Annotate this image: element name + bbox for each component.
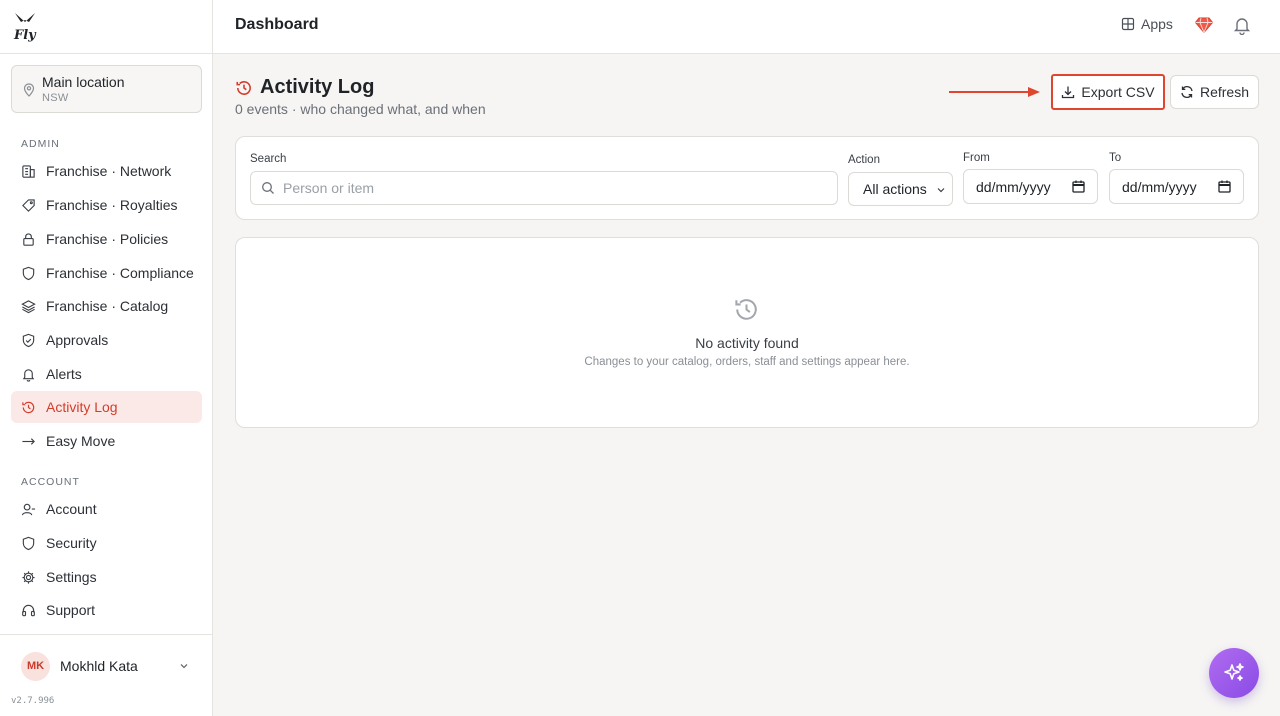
- sidebar-item-security[interactable]: Security: [11, 527, 202, 559]
- notifications-bell-icon[interactable]: [1233, 15, 1251, 35]
- action-select[interactable]: All actions: [848, 172, 953, 206]
- search-label: Search: [250, 153, 287, 165]
- chevron-down-icon: [180, 664, 188, 669]
- empty-state-subtitle: Changes to your catalog, orders, staff a…: [584, 356, 910, 368]
- sidebar-item-easy-move[interactable]: Easy Move: [11, 425, 202, 457]
- refresh-label: Refresh: [1199, 84, 1250, 100]
- sidebar-item-settings[interactable]: Settings: [11, 561, 202, 593]
- history-icon: [236, 81, 251, 95]
- building-icon: [22, 164, 35, 178]
- sidebar-item-franchise-compliance[interactable]: Franchise · Compliance: [11, 257, 202, 289]
- sidebar-item-alerts[interactable]: Alerts: [11, 358, 202, 390]
- empty-state-title: No activity found: [695, 335, 799, 351]
- arrow-right-icon: [22, 437, 35, 445]
- sidebar-item-label: Security: [46, 535, 97, 551]
- refresh-icon: [1181, 86, 1193, 98]
- from-date-value: dd/mm/yyyy: [976, 178, 1051, 195]
- sidebar-item-label: Alerts: [46, 366, 82, 382]
- location-name: Main location: [42, 74, 125, 90]
- sidebar-item-franchise-network[interactable]: Franchise · Network: [11, 155, 202, 187]
- page-title: Activity Log: [260, 76, 375, 98]
- to-date-input[interactable]: dd/mm/yyyy: [1109, 169, 1244, 204]
- layers-icon: [21, 299, 36, 313]
- shield-icon: [22, 266, 35, 280]
- section-label-admin: ADMIN: [21, 138, 60, 150]
- history-icon: [22, 401, 35, 413]
- fly-logo[interactable]: Fly: [12, 10, 38, 42]
- sidebar-item-label: Easy Move: [46, 433, 116, 449]
- calendar-icon[interactable]: [1218, 180, 1231, 193]
- chevron-down-icon: [937, 188, 945, 193]
- action-select-value: All actions: [863, 181, 927, 197]
- apps-button[interactable]: Apps: [1121, 16, 1173, 32]
- topbar-title: Dashboard: [235, 16, 319, 33]
- sidebar-item-label: Franchise · Policies: [46, 231, 169, 247]
- apps-label: Apps: [1141, 16, 1173, 32]
- sidebar-item-franchise-catalog[interactable]: Franchise · Catalog: [11, 290, 202, 322]
- section-label-account: ACCOUNT: [21, 476, 80, 488]
- location-region: NSW: [42, 92, 69, 104]
- sidebar-item-franchise-policies[interactable]: Franchise · Policies: [11, 223, 202, 255]
- search-input[interactable]: [283, 180, 823, 196]
- action-label: Action: [848, 154, 880, 166]
- sidebar-item-franchise-royalties[interactable]: Franchise · Royalties: [11, 189, 202, 221]
- export-csv-button[interactable]: Export CSV: [1051, 74, 1165, 110]
- percent-icon: [22, 198, 35, 212]
- grid-icon: [1121, 17, 1135, 31]
- annotation-arrow-icon: [949, 87, 1040, 97]
- empty-state-card: No activity found Changes to your catalo…: [235, 237, 1259, 428]
- sidebar-item-label: Settings: [46, 569, 97, 585]
- to-label: To: [1109, 152, 1122, 164]
- search-field[interactable]: [250, 171, 838, 205]
- download-icon: [1062, 86, 1075, 99]
- topbar: Dashboard Apps: [213, 0, 1280, 54]
- lock-icon: [23, 232, 34, 246]
- filter-card: Search Action All actions From dd/mm/yyy…: [235, 136, 1259, 220]
- sidebar-item-label: Franchise · Catalog: [46, 298, 169, 314]
- sidebar-item-label: Support: [46, 602, 96, 618]
- user-icon: [21, 503, 36, 515]
- sidebar-item-label: Approvals: [46, 332, 109, 348]
- from-date-input[interactable]: dd/mm/yyyy: [963, 169, 1098, 204]
- page-subtitle: 0 events · who changed what, and when: [235, 101, 486, 117]
- ai-assistant-button[interactable]: [1209, 648, 1259, 698]
- sidebar-item-account[interactable]: Account: [11, 493, 202, 525]
- sidebar: Fly Main location NSW ADMIN Franchise · …: [0, 0, 213, 716]
- avatar: MK: [21, 651, 50, 681]
- user-name: Mokhld Kata: [60, 658, 138, 674]
- to-date-value: dd/mm/yyyy: [1122, 178, 1197, 195]
- sparkles-icon: [1224, 663, 1244, 681]
- sidebar-item-approvals[interactable]: Approvals: [11, 324, 202, 356]
- calendar-icon[interactable]: [1072, 180, 1085, 193]
- gear-icon: [22, 570, 35, 584]
- shield-icon: [22, 536, 35, 550]
- sidebar-item-label: Account: [46, 501, 97, 517]
- user-menu[interactable]: MK Mokhld Kata: [11, 648, 202, 684]
- bell-icon: [22, 368, 35, 382]
- location-selector[interactable]: Main location NSW: [11, 65, 202, 113]
- history-icon: [735, 299, 757, 320]
- refresh-button[interactable]: Refresh: [1170, 75, 1259, 109]
- sidebar-item-label: Activity Log: [46, 399, 118, 415]
- shield-check-icon: [22, 333, 35, 347]
- sidebar-item-label: Franchise · Royalties: [46, 197, 178, 213]
- export-label: Export CSV: [1081, 84, 1155, 100]
- headset-icon: [22, 604, 35, 616]
- from-label: From: [963, 152, 990, 164]
- divider: [0, 634, 213, 635]
- sidebar-item-label: Franchise · Compliance: [46, 265, 194, 281]
- gem-icon[interactable]: [1194, 15, 1214, 35]
- map-pin-icon: [23, 83, 35, 97]
- sidebar-item-label: Franchise · Network: [46, 163, 172, 179]
- sidebar-item-support[interactable]: Support: [11, 594, 202, 626]
- app-version: v2.7.996: [11, 696, 55, 706]
- search-icon: [262, 182, 274, 194]
- sidebar-item-activity-log[interactable]: Activity Log: [11, 391, 202, 423]
- divider: [0, 53, 213, 54]
- logo-text: Fly: [13, 28, 37, 42]
